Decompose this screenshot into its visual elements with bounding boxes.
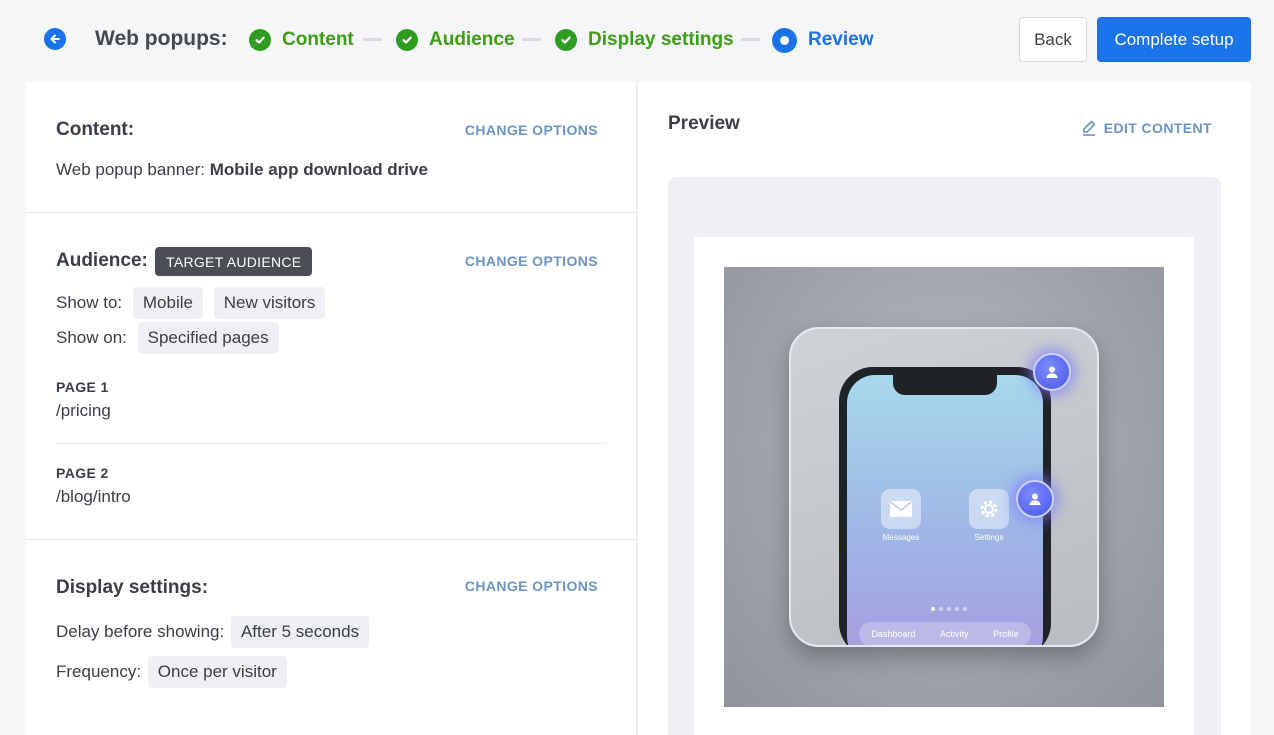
change-options-link[interactable]: CHANGE OPTIONS: [465, 578, 598, 594]
dock-item: Profile: [993, 629, 1019, 639]
page-path: /blog/intro: [56, 487, 131, 506]
section-title: Content:: [56, 119, 135, 140]
phone-notch: [893, 375, 997, 395]
banner-line: Web popup banner: Mobile app download dr…: [56, 160, 428, 180]
dock-item: Dashboard: [871, 629, 916, 639]
chip-mobile: Mobile: [132, 287, 203, 319]
step-separator: [363, 38, 382, 41]
change-options-link[interactable]: CHANGE OPTIONS: [465, 253, 598, 269]
frequency-label: Frequency:: [56, 662, 142, 681]
preview-title: Preview: [668, 113, 740, 134]
display-settings-section: Display settings: CHANGE OPTIONS Delay b…: [26, 540, 637, 735]
popup-banner-image: Messages Settings Dashboard Activity Pro…: [724, 267, 1164, 707]
summary-panel: Content: CHANGE OPTIONS Web popup banner…: [26, 82, 637, 735]
frequency-value-chip: Once per visitor: [147, 656, 287, 688]
delay-row: Delay before showing: After 5 seconds: [56, 616, 370, 648]
section-title: Audience:: [56, 250, 148, 271]
delay-label: Delay before showing:: [56, 622, 225, 641]
preview-panel: Preview EDIT CONTENT Messages Settings D…: [638, 82, 1251, 735]
step-label: Content: [282, 29, 354, 50]
edit-content-link[interactable]: EDIT CONTENT: [1082, 120, 1212, 136]
show-to-label: Show to:: [56, 293, 123, 312]
frequency-row: Frequency: Once per visitor: [56, 656, 287, 688]
page-label: PAGE 1: [56, 379, 109, 395]
show-on-row: Show on: Specified pages: [56, 322, 279, 354]
step-separator: [741, 38, 760, 41]
page-title: Web popups:: [95, 27, 228, 50]
step-display-settings[interactable]: Display settings: [555, 27, 734, 53]
chip-new-visitors: New visitors: [213, 287, 326, 319]
divider: [56, 443, 607, 444]
check-circle-icon: [249, 29, 271, 51]
step-label: Audience: [429, 29, 515, 50]
mail-icon: [881, 489, 921, 529]
show-to-row: Show to: Mobile New visitors: [56, 287, 326, 319]
change-options-link[interactable]: CHANGE OPTIONS: [465, 122, 598, 138]
page-dots: [931, 607, 967, 611]
audience-section: Audience: TARGET AUDIENCE CHANGE OPTIONS…: [26, 213, 637, 540]
preview-area: Messages Settings Dashboard Activity Pro…: [668, 177, 1221, 735]
step-separator: [522, 38, 541, 41]
step-review[interactable]: Review: [772, 27, 873, 53]
delay-value-chip: After 5 seconds: [230, 616, 370, 648]
banner-name: Mobile app download drive: [209, 160, 428, 179]
step-label: Review: [808, 29, 874, 50]
step-label: Display settings: [588, 29, 734, 50]
show-on-label: Show on:: [56, 328, 127, 347]
pencil-icon: [1082, 120, 1096, 136]
page-path: /pricing: [56, 401, 111, 420]
current-step-icon: [772, 27, 797, 53]
dock-item: Activity: [939, 629, 969, 639]
complete-setup-button[interactable]: Complete setup: [1097, 17, 1251, 62]
phone-dock: Dashboard Activity Profile: [859, 622, 1031, 645]
section-title: Display settings:: [56, 577, 209, 598]
phone-screen: Messages Settings Dashboard Activity Pro…: [847, 375, 1043, 645]
banner-prefix: Web popup banner:: [56, 160, 210, 179]
popup-preview-card: Messages Settings Dashboard Activity Pro…: [694, 237, 1194, 735]
page-label: PAGE 2: [56, 465, 109, 481]
chip-specified-pages: Specified pages: [137, 322, 279, 354]
edit-content-label: EDIT CONTENT: [1103, 120, 1212, 136]
check-circle-icon: [396, 29, 418, 51]
user-avatar-icon: [1033, 353, 1071, 391]
app-caption: Settings: [974, 533, 1004, 542]
gear-icon: [969, 489, 1009, 529]
user-avatar-icon: [1016, 480, 1054, 518]
content-section: Content: CHANGE OPTIONS Web popup banner…: [26, 82, 637, 213]
target-audience-badge: TARGET AUDIENCE: [155, 247, 313, 276]
check-circle-icon: [555, 29, 577, 51]
app-caption: Messages: [882, 533, 920, 542]
top-bar: Web popups: Content Audience Display set…: [0, 0, 1274, 80]
back-arrow-icon[interactable]: [44, 28, 66, 50]
step-audience[interactable]: Audience: [396, 27, 515, 53]
step-content[interactable]: Content: [249, 27, 354, 53]
back-button[interactable]: Back: [1019, 17, 1087, 62]
